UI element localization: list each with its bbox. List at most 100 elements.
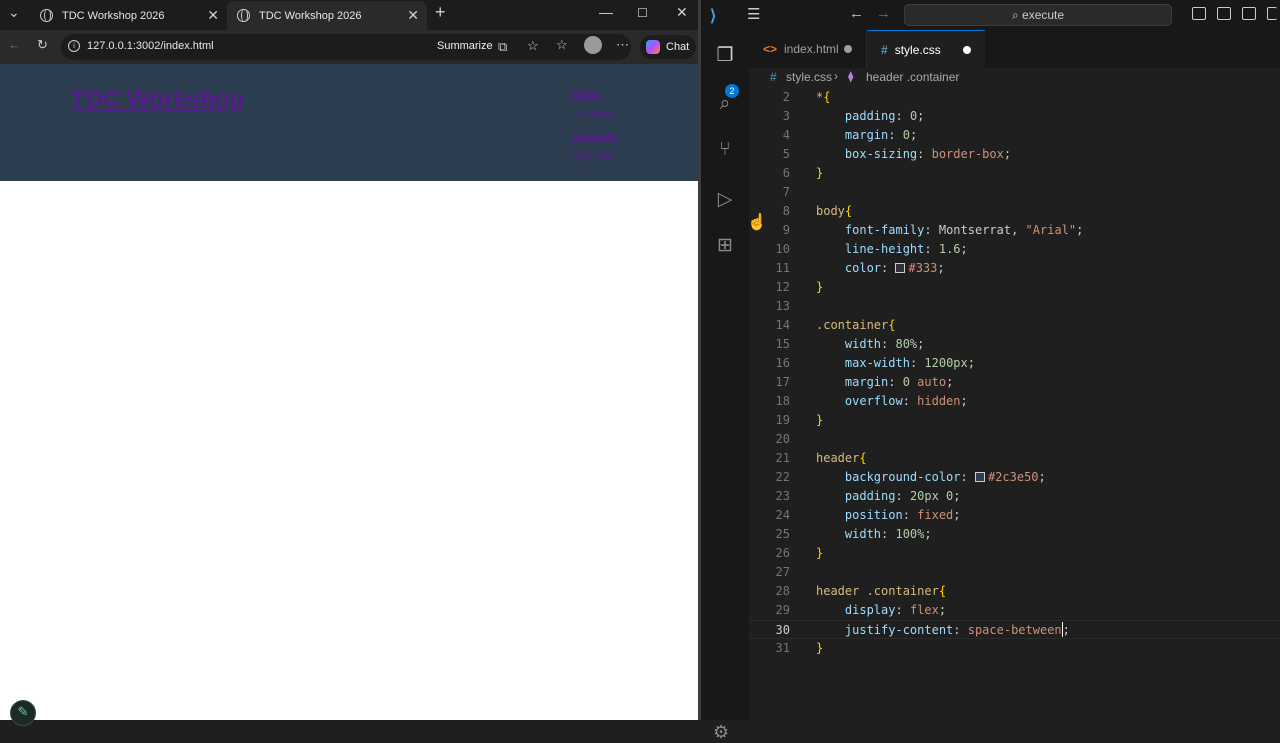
code-line[interactable]: 9 font-family: Montserrat, "Arial";: [749, 221, 1280, 240]
color-swatch[interactable]: [974, 472, 985, 482]
customize-layout-icon[interactable]: [1192, 7, 1206, 20]
copilot-chat-button[interactable]: Chat: [640, 35, 696, 59]
address-bar[interactable]: i 127.0.0.1:3002/index.html Summarize ⧉ …: [61, 34, 631, 60]
code-line[interactable]: 28 header .container{: [749, 582, 1280, 601]
code-line[interactable]: 22 background-color: #2c3e50;: [749, 468, 1280, 487]
line-code: body{: [816, 204, 853, 218]
code-line[interactable]: 6}: [749, 164, 1280, 183]
browser-tab[interactable]: TDC Workshop 2026 ✕: [30, 1, 227, 30]
code-editor[interactable]: 2 *{3 padding: 0; 4 margin: 0; 5 box-sizing…: [749, 88, 1280, 720]
minimize-icon[interactable]: —: [599, 4, 613, 20]
code-line[interactable]: 23 padding: 20px 0;: [749, 487, 1280, 506]
code-line[interactable]: 19}: [749, 411, 1280, 430]
toggle-sidebar-icon[interactable]: [1217, 7, 1231, 20]
page-viewport: TDC Workshop About Location Speakers Reg…: [0, 64, 698, 720]
line-code: header .container{: [816, 584, 947, 598]
breadcrumb-symbol[interactable]: header .container: [866, 70, 959, 84]
back-arrow-icon[interactable]: ←: [8, 37, 21, 52]
command-center-search[interactable]: ⌕ execute: [904, 4, 1172, 26]
run-debug-icon[interactable]: ▷: [713, 188, 737, 212]
profile-avatar-icon[interactable]: [584, 36, 602, 54]
close-tab-icon[interactable]: ✕: [407, 7, 419, 24]
unsaved-dot-icon[interactable]: [963, 46, 971, 54]
line-number: 15: [775, 337, 790, 351]
toggle-secondary-sidebar-icon[interactable]: [1267, 7, 1277, 20]
line-code: *{: [816, 90, 831, 104]
code-line[interactable]: 15 width: 80%;: [749, 335, 1280, 354]
tab-label: index.html: [784, 42, 839, 56]
code-line[interactable]: 10 line-height: 1.6;: [749, 240, 1280, 259]
html-file-icon: <>: [763, 42, 778, 56]
code-line[interactable]: 13: [749, 297, 1280, 316]
code-line[interactable]: 31}: [749, 639, 1280, 658]
line-number: 25: [775, 527, 790, 541]
menu-icon[interactable]: ☰: [747, 5, 760, 23]
line-code: background-color: #2c3e50;: [844, 470, 1046, 484]
code-line[interactable]: 16 max-width: 1200px;: [749, 354, 1280, 373]
css-file-icon: #: [881, 42, 888, 57]
code-line[interactable]: 7: [749, 183, 1280, 202]
search-icon[interactable]: ⌕: [713, 92, 737, 116]
line-number: 12: [775, 280, 790, 294]
tab-actions-chevron-icon[interactable]: ⌄: [8, 4, 20, 21]
unsaved-dot-icon[interactable]: [844, 45, 852, 53]
code-line[interactable]: 11 color: #333;: [749, 259, 1280, 278]
code-line[interactable]: 17 margin: 0 auto;: [749, 373, 1280, 392]
new-tab-icon[interactable]: +: [435, 2, 446, 23]
url-text[interactable]: 127.0.0.1:3002/index.html: [87, 40, 214, 52]
gear-icon[interactable]: ⚙: [713, 722, 729, 743]
breadcrumb-file[interactable]: style.css: [786, 70, 832, 84]
reload-icon[interactable]: ↻: [37, 37, 48, 53]
code-line[interactable]: 5 box-sizing: border-box;: [749, 145, 1280, 164]
source-control-icon[interactable]: ⑂: [713, 138, 737, 162]
code-line[interactable]: 27: [749, 563, 1280, 582]
code-line[interactable]: 8 body{: [749, 202, 1280, 221]
line-code: padding: 20px 0;: [844, 489, 961, 503]
vscode-titlebar: ⟩ ☰ ← → ⌕ execute: [701, 0, 1280, 30]
code-line[interactable]: 3 padding: 0;: [749, 107, 1280, 126]
summarize-icon[interactable]: ⧉: [498, 39, 507, 55]
code-line[interactable]: 24 position: fixed;: [749, 506, 1280, 525]
line-code: max-width: 1200px;: [844, 356, 975, 370]
code-line[interactable]: 26}: [749, 544, 1280, 563]
close-tab-icon[interactable]: ✕: [207, 7, 219, 24]
nav-forward-icon[interactable]: →: [876, 5, 891, 22]
close-window-icon[interactable]: ✕: [676, 4, 688, 21]
browser-tab-active[interactable]: TDC Workshop 2026 ✕: [227, 1, 427, 30]
favorites-icon[interactable]: ☆: [556, 37, 568, 53]
extensions-icon[interactable]: ⊞: [713, 234, 737, 258]
tab-title: TDC Workshop 2026: [259, 9, 362, 22]
chevron-right-icon: ›: [834, 69, 838, 83]
site-title-link[interactable]: TDC Workshop: [71, 86, 244, 114]
code-line[interactable]: 14 .container{: [749, 316, 1280, 335]
tab-style-css[interactable]: # style.css: [867, 30, 985, 68]
code-line[interactable]: 12}: [749, 278, 1280, 297]
code-line[interactable]: 18 overflow: hidden;: [749, 392, 1280, 411]
toggle-panel-icon[interactable]: [1242, 7, 1256, 20]
favorite-star-icon[interactable]: ☆: [527, 38, 539, 54]
nav-link-speakers[interactable]: Speakers: [572, 126, 618, 147]
code-line[interactable]: 30 justify-content: space-between;: [749, 620, 1280, 639]
edit-pencil-icon[interactable]: ✎: [10, 700, 36, 726]
summarize-button[interactable]: Summarize: [437, 40, 493, 52]
code-line[interactable]: 29 display: flex;: [749, 601, 1280, 620]
nav-link-register[interactable]: Register: [572, 147, 618, 168]
code-line[interactable]: 2 *{: [749, 88, 1280, 107]
tab-index-html[interactable]: <> index.html: [749, 30, 867, 68]
nav-back-icon[interactable]: ←: [849, 5, 864, 22]
line-code: box-sizing: border-box;: [844, 147, 1012, 161]
nav-link-location[interactable]: Location: [572, 105, 618, 126]
site-info-icon[interactable]: i: [68, 40, 80, 52]
line-number: 28: [775, 584, 790, 598]
code-line[interactable]: 25 width: 100%;: [749, 525, 1280, 544]
code-line[interactable]: 21 header{: [749, 449, 1280, 468]
explorer-icon[interactable]: ❐: [713, 44, 737, 68]
line-code: }: [816, 546, 824, 560]
color-swatch[interactable]: [895, 263, 906, 273]
nav-link-about[interactable]: About: [572, 84, 618, 105]
maximize-icon[interactable]: ☐: [637, 6, 648, 20]
code-line[interactable]: 20: [749, 430, 1280, 449]
more-options-icon[interactable]: ⋯: [616, 37, 629, 53]
chat-label: Chat: [666, 41, 690, 53]
code-line[interactable]: 4 margin: 0;: [749, 126, 1280, 145]
